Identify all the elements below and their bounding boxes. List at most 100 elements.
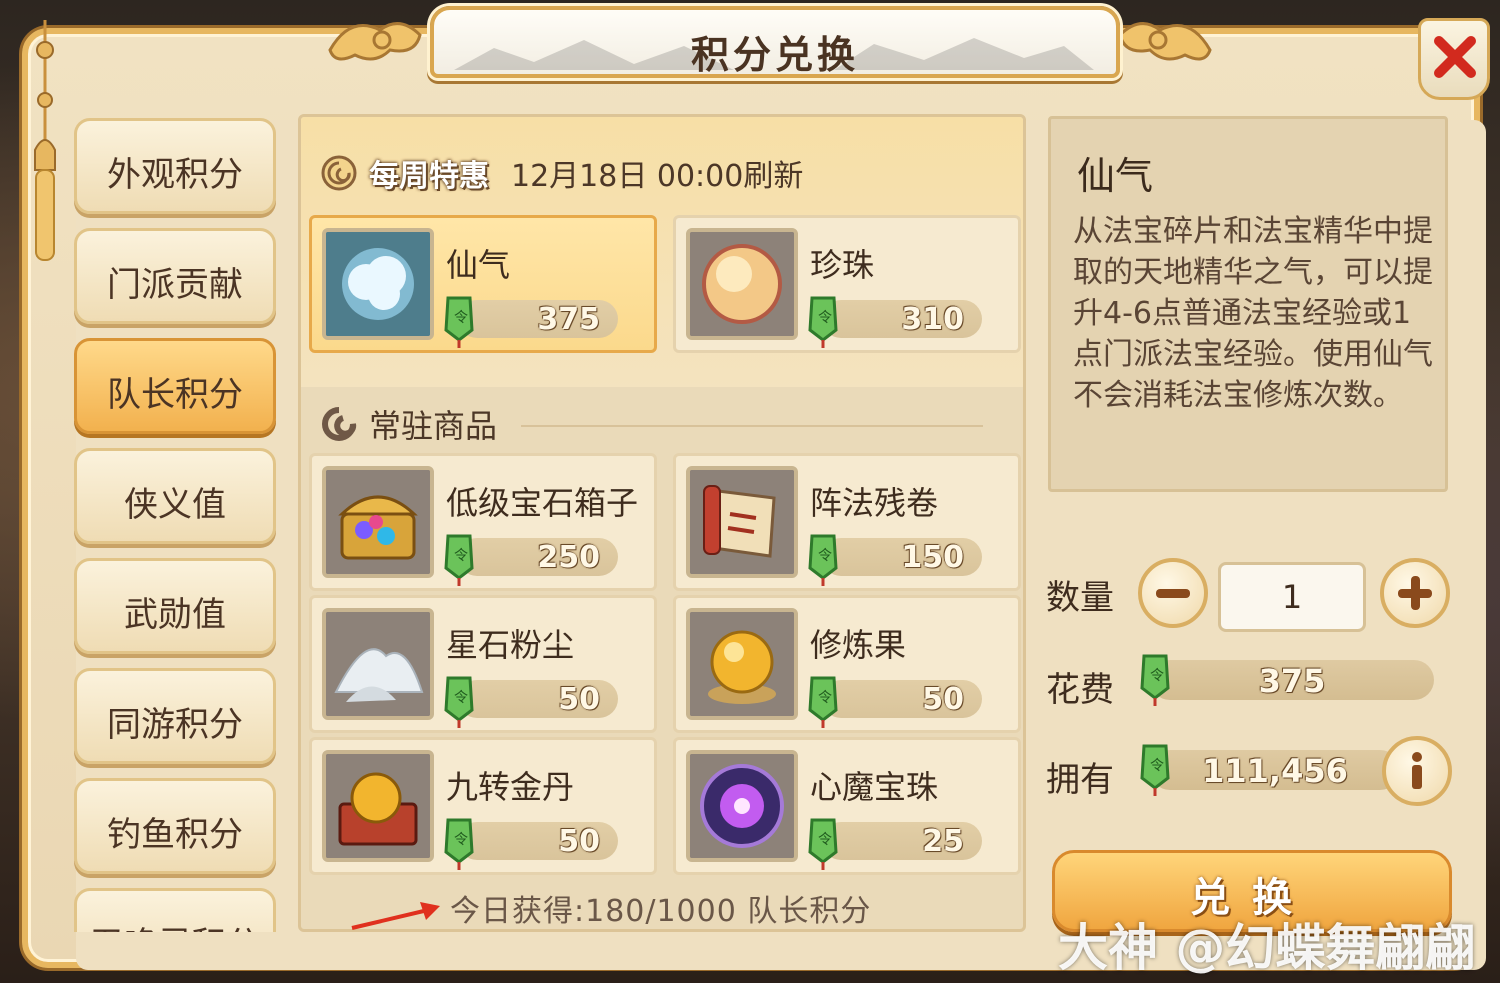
item-price: 50 xyxy=(458,822,618,860)
item-card[interactable]: 星石粉尘 50 令 xyxy=(309,595,657,733)
star-dust-icon xyxy=(326,612,430,716)
tab-summon-points[interactable]: 召唤灵积分 xyxy=(74,888,276,932)
item-price: 25 xyxy=(822,822,982,860)
svg-text:令: 令 xyxy=(454,832,468,848)
item-thumb xyxy=(686,750,798,862)
scroll-icon xyxy=(690,470,794,574)
jade-token-icon: 令 xyxy=(1140,744,1170,796)
svg-text:令: 令 xyxy=(454,690,468,706)
jade-token-icon: 令 xyxy=(444,818,474,870)
item-price: 50 xyxy=(458,680,618,718)
watermark: 大神 @幻蝶舞翩翩 xyxy=(1058,919,1476,977)
jade-token-icon: 令 xyxy=(808,818,838,870)
today-earned: 今日获得:180/1000 队长积分 xyxy=(450,894,872,929)
info-button[interactable] xyxy=(1382,736,1452,806)
swirl-cloud-icon xyxy=(321,155,357,191)
svg-text:令: 令 xyxy=(818,832,832,848)
item-card[interactable]: 珍珠 310 令 xyxy=(673,215,1021,353)
item-card[interactable]: 修炼果 50 令 xyxy=(673,595,1021,733)
item-name: 珍珠 xyxy=(810,246,875,284)
item-name: 修炼果 xyxy=(810,626,907,664)
jade-token-icon: 令 xyxy=(444,534,474,586)
item-name: 心魔宝珠 xyxy=(810,768,939,806)
item-name: 星石粉尘 xyxy=(446,626,575,664)
plus-icon xyxy=(1398,576,1432,610)
close-button[interactable] xyxy=(1418,18,1490,100)
item-thumb xyxy=(686,466,798,578)
tab-chivalry[interactable]: 侠义值 xyxy=(74,448,276,544)
cloud-essence-icon xyxy=(326,232,430,336)
item-thumb xyxy=(322,750,434,862)
red-arrow-icon xyxy=(351,902,440,930)
jade-token-icon: 令 xyxy=(808,676,838,728)
tab-appearance-points[interactable]: 外观积分 xyxy=(74,118,276,214)
cloud-ornament-right-icon xyxy=(1118,22,1212,61)
refresh-time: 12月18日 00:00刷新 xyxy=(511,159,804,194)
weekly-badge: 每周特惠 xyxy=(369,159,489,194)
svg-text:令: 令 xyxy=(1150,758,1164,774)
item-thumb xyxy=(322,228,434,340)
item-name: 低级宝石箱子 xyxy=(446,484,639,522)
shop-panel[interactable]: 每周特惠 12月18日 00:00刷新 仙气 375 令 珍珠 310 令 常驻… xyxy=(298,114,1026,932)
swirl-cloud-icon xyxy=(322,407,357,441)
quantity-input[interactable]: 1 xyxy=(1218,562,1366,632)
info-icon xyxy=(1412,752,1422,789)
category-tab-list[interactable]: 外观积分 门派贡献 队长积分 侠义值 武勋值 同游积分 钓鱼积分 召唤灵积分 xyxy=(60,110,290,932)
item-price: 50 xyxy=(822,680,982,718)
item-card[interactable]: 九转金丹 50 令 xyxy=(309,737,657,875)
jade-token-icon: 令 xyxy=(808,534,838,586)
jade-token-icon: 令 xyxy=(808,296,838,348)
item-price: 310 xyxy=(822,300,982,338)
svg-text:令: 令 xyxy=(1150,668,1164,684)
svg-text:令: 令 xyxy=(818,690,832,706)
increase-button[interactable] xyxy=(1380,558,1450,628)
weekly-header: 每周特惠 12月18日 00:00刷新 xyxy=(319,151,803,195)
decrease-button[interactable] xyxy=(1138,558,1208,628)
item-price: 250 xyxy=(458,538,618,576)
cost-label: 花费 xyxy=(1046,670,1114,710)
item-price: 150 xyxy=(822,538,982,576)
golden-pill-box-icon xyxy=(326,754,430,858)
section-divider xyxy=(521,425,983,427)
detail-description: 从法宝碎片和法宝精华中提取的天地精华之气，可以提升4-6点普通法宝经验或1点门派… xyxy=(1073,214,1433,413)
svg-text:令: 令 xyxy=(454,310,468,326)
item-card[interactable]: 心魔宝珠 25 令 xyxy=(673,737,1021,875)
jade-token-icon: 令 xyxy=(1140,654,1170,706)
tab-captain-points[interactable]: 队长积分 xyxy=(74,338,276,434)
item-thumb xyxy=(686,608,798,720)
tab-merit[interactable]: 武勋值 xyxy=(74,558,276,654)
cloud-ornament-left-icon xyxy=(328,22,422,61)
item-detail-panel: 仙气 从法宝碎片和法宝精华中提取的天地精华之气，可以提升4-6点普通法宝经验或1… xyxy=(1048,116,1448,492)
owned-value: 111,456 xyxy=(1150,750,1400,790)
regular-title: 常驻商品 xyxy=(369,407,498,445)
jade-token-icon: 令 xyxy=(444,296,474,348)
quantity-label: 数量 xyxy=(1046,578,1114,618)
item-card[interactable]: 低级宝石箱子 250 令 xyxy=(309,453,657,591)
minus-icon xyxy=(1156,589,1190,598)
item-name: 九转金丹 xyxy=(446,768,575,806)
jade-token-icon: 令 xyxy=(444,676,474,728)
detail-item-name: 仙气 xyxy=(1077,154,1154,198)
pearl-icon xyxy=(690,232,794,336)
tab-fishing-points[interactable]: 钓鱼积分 xyxy=(74,778,276,874)
regular-header: 常驻商品 xyxy=(319,401,497,447)
gem-chest-icon xyxy=(326,470,430,574)
close-icon xyxy=(1434,36,1476,78)
item-name: 仙气 xyxy=(446,246,511,284)
cost-value: 375 xyxy=(1150,660,1434,700)
svg-text:令: 令 xyxy=(818,310,832,326)
item-thumb xyxy=(322,466,434,578)
item-card[interactable]: 仙气 375 令 xyxy=(309,215,657,353)
item-name: 阵法残卷 xyxy=(810,484,939,522)
window-title: 积分兑换 xyxy=(690,33,859,77)
owned-label: 拥有 xyxy=(1046,760,1114,800)
item-price: 375 xyxy=(458,300,618,338)
svg-text:令: 令 xyxy=(454,548,468,564)
item-card[interactable]: 阵法残卷 150 令 xyxy=(673,453,1021,591)
title-plaque: 积分兑换 xyxy=(430,6,1120,78)
svg-text:令: 令 xyxy=(818,548,832,564)
tab-sect-contribution[interactable]: 门派贡献 xyxy=(74,228,276,324)
item-thumb xyxy=(686,228,798,340)
tab-travel-points[interactable]: 同游积分 xyxy=(74,668,276,764)
item-thumb xyxy=(322,608,434,720)
